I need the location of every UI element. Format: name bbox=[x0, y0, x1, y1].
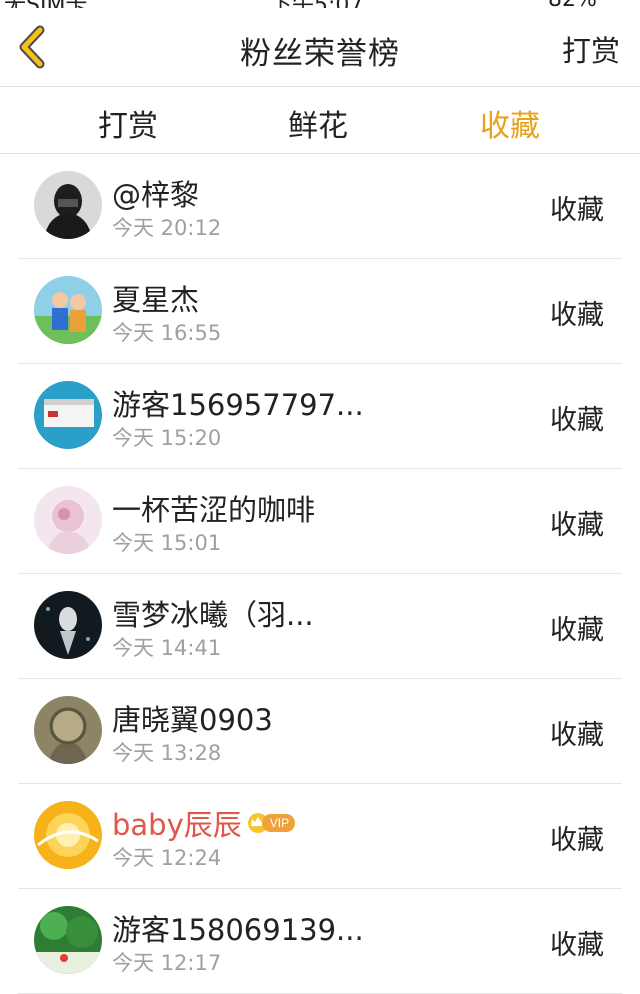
user-name: @梓黎 bbox=[112, 178, 200, 212]
user-name: 夏星杰 bbox=[112, 283, 200, 317]
page-title: 粉丝荣誉榜 bbox=[240, 36, 400, 72]
action-label: 收藏 bbox=[550, 825, 604, 856]
user-name: 游客156957797... bbox=[112, 388, 364, 422]
action-label: 收藏 bbox=[550, 405, 604, 436]
tab-bar: 打赏 鲜花 收藏 bbox=[0, 87, 640, 154]
list-item[interactable]: @梓黎 今天 20:12 收藏 bbox=[18, 154, 622, 259]
timestamp: 今天 16:55 bbox=[112, 321, 222, 345]
list-item[interactable]: 一杯苦涩的咖啡 今天 15:01 收藏 bbox=[18, 469, 622, 574]
user-name: 游客158069139... bbox=[112, 913, 364, 947]
list-item[interactable]: 唐晓翼0903 今天 13:28 收藏 bbox=[18, 679, 622, 784]
user-name: 唐晓翼0903 bbox=[112, 703, 273, 737]
list-item[interactable]: baby辰辰 VIP 今天 12:24 收藏 bbox=[18, 784, 622, 889]
reward-button[interactable]: 打赏 bbox=[562, 28, 620, 70]
avatar bbox=[34, 801, 102, 869]
action-label: 收藏 bbox=[550, 510, 604, 541]
timestamp: 今天 15:01 bbox=[112, 531, 222, 555]
timestamp: 今天 14:41 bbox=[112, 636, 222, 660]
timestamp: 今天 15:20 bbox=[112, 426, 222, 450]
status-bar: 无SIM卡 下午5:07 82% bbox=[0, 0, 640, 8]
list-item[interactable]: 游客158069139... 今天 12:17 收藏 bbox=[18, 889, 622, 994]
vip-badge: VIP bbox=[246, 812, 296, 834]
timestamp: 今天 20:12 bbox=[112, 216, 222, 240]
avatar bbox=[34, 486, 102, 554]
action-label: 收藏 bbox=[550, 300, 604, 331]
tab-favorites[interactable]: 收藏 bbox=[480, 101, 540, 145]
battery-percent: 82% bbox=[548, 0, 597, 8]
vip-label: VIP bbox=[261, 814, 296, 832]
user-name: baby辰辰 VIP bbox=[112, 802, 296, 844]
tab-reward[interactable]: 打赏 bbox=[98, 101, 158, 145]
list-item[interactable]: 夏星杰 今天 16:55 收藏 bbox=[18, 259, 622, 364]
user-name: 一杯苦涩的咖啡 bbox=[112, 493, 316, 527]
navigation-bar: 粉丝荣誉榜 打赏 bbox=[0, 8, 640, 87]
action-label: 收藏 bbox=[550, 615, 604, 646]
list-item[interactable]: 雪梦冰曦（羽... 今天 14:41 收藏 bbox=[18, 574, 622, 679]
timestamp: 今天 12:17 bbox=[112, 951, 222, 975]
fan-list: @梓黎 今天 20:12 收藏 夏星杰 今天 16:55 收藏 游客156957… bbox=[0, 154, 640, 994]
avatar bbox=[34, 591, 102, 659]
user-name-text: baby辰辰 bbox=[112, 808, 242, 842]
list-item[interactable]: 游客156957797... 今天 15:20 收藏 bbox=[18, 364, 622, 469]
avatar bbox=[34, 171, 102, 239]
action-label: 收藏 bbox=[550, 195, 604, 226]
user-name: 雪梦冰曦（羽... bbox=[112, 598, 314, 632]
avatar bbox=[34, 276, 102, 344]
avatar bbox=[34, 696, 102, 764]
status-time: 下午5:07 bbox=[270, 0, 363, 8]
carrier-label: 无SIM卡 bbox=[4, 0, 87, 8]
timestamp: 今天 12:24 bbox=[112, 846, 222, 870]
avatar bbox=[34, 906, 102, 974]
tab-flowers[interactable]: 鲜花 bbox=[288, 101, 348, 145]
action-label: 收藏 bbox=[550, 930, 604, 961]
action-label: 收藏 bbox=[550, 720, 604, 751]
avatar bbox=[34, 381, 102, 449]
timestamp: 今天 13:28 bbox=[112, 741, 222, 765]
